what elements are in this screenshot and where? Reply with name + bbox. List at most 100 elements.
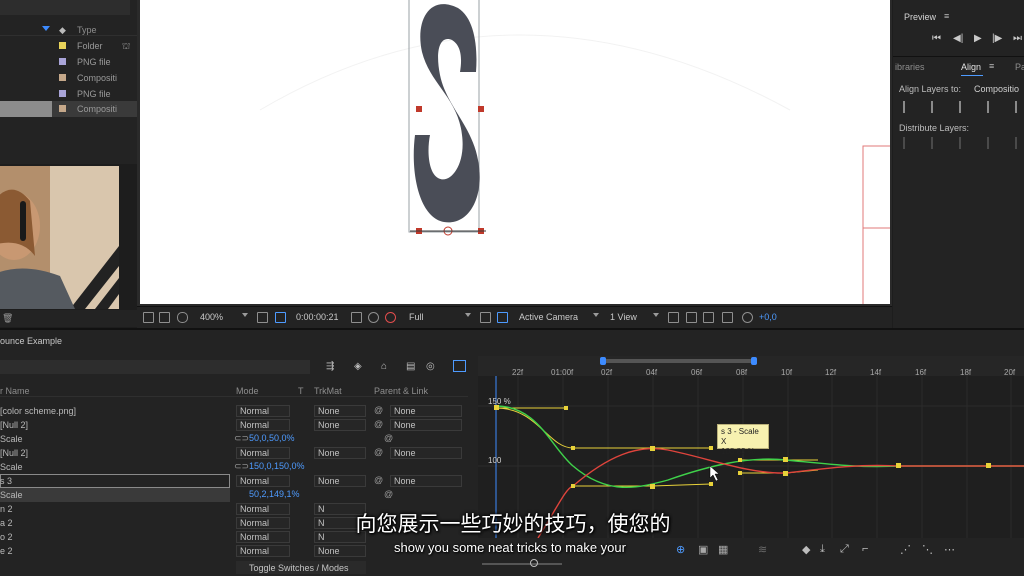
fast-previews-icon[interactable]	[686, 312, 697, 323]
align-horizontal-center-icon[interactable]	[931, 101, 943, 113]
expression-pick-whip-icon[interactable]: @	[384, 433, 393, 443]
scale-value[interactable]: 50,0,50,0%	[249, 433, 295, 443]
camera-snapshot-icon[interactable]	[351, 312, 362, 323]
preview-panel-title[interactable]: Preview	[904, 12, 936, 22]
layer-name-header[interactable]: r Name	[0, 386, 30, 396]
property-row[interactable]: Scale ⊂⊃ 150,0,150,0%	[0, 460, 468, 474]
first-frame-icon[interactable]: ⏮	[932, 33, 941, 44]
constrain-proportions-icon[interactable]: ⊂⊃	[234, 433, 249, 444]
mode-dropdown[interactable]: Normal	[236, 475, 290, 487]
mode-dropdown[interactable]: Normal	[236, 447, 290, 459]
magnification-dropdown[interactable]: 400%	[200, 312, 223, 322]
align-left-icon[interactable]	[903, 101, 915, 113]
property-value-row[interactable]: 50,2,149,1%	[240, 488, 360, 502]
parent-dropdown[interactable]: None	[390, 419, 462, 431]
distribute-right-icon[interactable]	[1015, 137, 1024, 149]
layer-row[interactable]: [Null 2] Normal None @ None	[0, 446, 468, 460]
draft-3d-icon[interactable]: ◈	[354, 361, 362, 372]
work-area-start-handle[interactable]	[600, 357, 606, 365]
work-area-bar[interactable]	[602, 359, 754, 363]
panel-menu-icon[interactable]: ≡	[989, 61, 994, 71]
parent-dropdown[interactable]: None	[390, 405, 462, 417]
shy-layers-icon[interactable]: ⌂	[381, 361, 387, 372]
work-area-end-handle[interactable]	[751, 357, 757, 365]
motion-blur-icon[interactable]: ◎	[426, 361, 435, 372]
region-of-interest-icon[interactable]	[480, 312, 491, 323]
toggle-pixel-aspect-icon[interactable]	[668, 312, 679, 323]
project-item[interactable]: Compositi	[0, 70, 137, 86]
align-top-icon[interactable]	[987, 101, 999, 113]
pick-whip-icon[interactable]: @	[374, 475, 383, 485]
property-row-selected[interactable]: Scale	[0, 488, 230, 502]
comp-flowchart-icon[interactable]: ⇶	[326, 361, 334, 372]
pick-whip-icon[interactable]: @	[374, 419, 383, 429]
monitor-icon[interactable]	[159, 312, 170, 323]
view-layout-dropdown[interactable]: 1 View	[610, 312, 637, 322]
layer-row[interactable]: [Null 2] Normal None @ None	[0, 418, 468, 432]
project-item-selected[interactable]: Compositi	[0, 101, 137, 117]
timeline-icon[interactable]	[703, 312, 714, 323]
timeline-zoom-slider[interactable]	[482, 563, 562, 565]
graph-editor-icon[interactable]	[453, 360, 466, 372]
scale-value[interactable]: 50,2,149,1%	[249, 489, 300, 499]
project-search-field[interactable]	[0, 0, 130, 15]
layer-row-selected[interactable]: s 3 Normal None @ None	[0, 474, 468, 488]
property-row[interactable]: Scale ⊂⊃ 50,0,50,0% @	[0, 432, 468, 446]
transparency-grid-icon[interactable]	[497, 312, 508, 323]
align-right-icon[interactable]	[959, 101, 971, 113]
parent-dropdown[interactable]: None	[390, 447, 462, 459]
sort-arrow-icon[interactable]	[42, 26, 50, 31]
timeline-search-field[interactable]	[0, 360, 310, 374]
layer-name-edit-box[interactable]	[0, 474, 230, 488]
last-frame-icon[interactable]: ⏭	[1013, 33, 1022, 44]
constrain-proportions-icon[interactable]: ⊂⊃	[234, 461, 249, 472]
flowchart-icon[interactable]: ⛫	[122, 41, 130, 53]
layer-row[interactable]: [color scheme.png] Normal None @ None	[0, 404, 468, 418]
zoom-slider-thumb[interactable]	[530, 559, 538, 567]
tab-libraries[interactable]: ibraries	[895, 62, 925, 72]
distribute-left-icon[interactable]	[987, 137, 999, 149]
trkmat-dropdown[interactable]: None	[314, 405, 366, 417]
tab-align[interactable]: Align	[961, 62, 981, 72]
align-vertical-center-icon[interactable]	[1015, 101, 1024, 113]
grid-guides-icon[interactable]	[257, 312, 268, 323]
mask-visibility-icon[interactable]	[275, 312, 286, 323]
trkmat-dropdown[interactable]: None	[314, 447, 366, 459]
composition-canvas[interactable]	[140, 0, 890, 304]
align-target-dropdown[interactable]: Compositio	[974, 84, 1019, 94]
previous-frame-icon[interactable]: ◀|	[953, 33, 963, 44]
current-time-display[interactable]: 0:00:00:21	[296, 312, 339, 322]
resolution-dropdown[interactable]: Full	[409, 312, 424, 322]
trash-icon[interactable]: 🗑	[2, 313, 13, 324]
trkmat-dropdown[interactable]: None	[314, 475, 366, 487]
show-snapshot-icon[interactable]	[368, 312, 379, 323]
timeline-comp-tab[interactable]: ounce Example	[0, 336, 62, 346]
trkmat-dropdown[interactable]: None	[314, 419, 366, 431]
reset-exposure-icon[interactable]	[742, 312, 753, 323]
project-item[interactable]: Folder ⛫	[0, 38, 137, 54]
panel-menu-icon[interactable]: ≡	[944, 11, 949, 21]
play-icon[interactable]: ▶	[974, 33, 982, 44]
parent-dropdown[interactable]: None	[390, 475, 462, 487]
flowchart-icon[interactable]	[722, 312, 733, 323]
frame-blending-icon[interactable]: ▤	[406, 361, 415, 372]
color-channels-icon[interactable]	[385, 312, 396, 323]
distribute-top-icon[interactable]	[903, 137, 915, 149]
distribute-bottom-icon[interactable]	[959, 137, 971, 149]
toggle-switches-modes-button[interactable]: Toggle Switches / Modes	[236, 561, 366, 574]
pick-whip-icon[interactable]: @	[374, 405, 383, 415]
always-preview-icon[interactable]	[143, 312, 154, 323]
project-item[interactable]: PNG file	[0, 54, 137, 70]
camera-view-dropdown[interactable]: Active Camera	[519, 312, 578, 322]
scale-value[interactable]: 150,0,150,0%	[249, 461, 305, 471]
type-column-header[interactable]: Type	[77, 25, 97, 35]
mode-dropdown[interactable]: Normal	[236, 419, 290, 431]
next-frame-icon[interactable]: |▶	[992, 33, 1002, 44]
exposure-value[interactable]: +0,0	[759, 312, 777, 322]
project-item[interactable]: PNG file	[0, 86, 137, 102]
mode-dropdown[interactable]: Normal	[236, 405, 290, 417]
tab-paragraph[interactable]: Pa	[1015, 62, 1024, 72]
distribute-center-icon[interactable]	[931, 137, 943, 149]
vr-goggles-icon[interactable]	[177, 312, 188, 323]
expression-pick-whip-icon[interactable]: @	[384, 489, 393, 499]
